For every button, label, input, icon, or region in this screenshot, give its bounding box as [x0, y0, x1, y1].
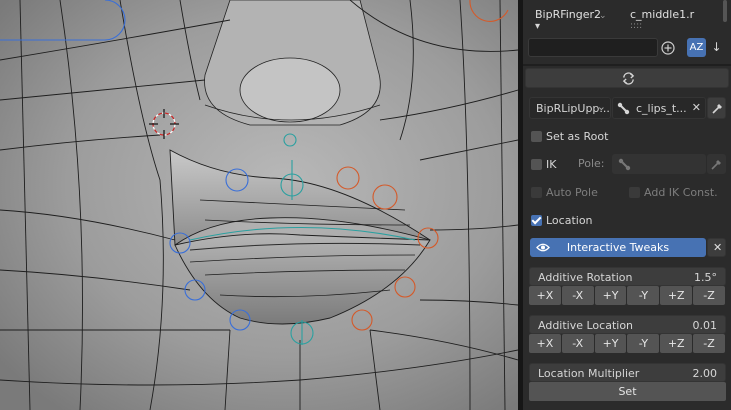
source-bone-name: BipRFinger2 [535, 8, 602, 21]
set-as-root-checkbox[interactable] [531, 130, 542, 142]
interactive-tweaks-label: Interactive Tweaks [566, 241, 670, 254]
bone-mapping-panel: BipRFinger2 ▾ ⌄ c_middle1.r :::: AZ ↓ Bi… [523, 0, 731, 410]
location-multiplier-value: 2.00 [692, 367, 718, 380]
drag-dots-icon: :::: [630, 21, 643, 31]
rotate-minus-z-button[interactable]: -Z [693, 286, 725, 305]
target-bone-field[interactable]: c_lips_t... ✕ [612, 97, 706, 119]
rotate-plus-y-button[interactable]: +Y [594, 286, 627, 305]
target-bone-label: c_lips_t... [636, 102, 687, 115]
location-multiplier-field[interactable]: Location Multiplier 2.00 [529, 363, 726, 382]
section-divider [523, 64, 731, 66]
move-plus-z-button[interactable]: +Z [660, 334, 693, 353]
face-mesh [0, 0, 518, 410]
auto-pole-checkbox[interactable] [531, 186, 542, 198]
location-multiplier-label: Location Multiplier [538, 367, 640, 380]
location-checkbox[interactable] [531, 214, 542, 226]
sort-alpha-button[interactable]: AZ [687, 38, 706, 57]
close-icon: ✕ [713, 241, 723, 254]
chevron-down-icon: ⌄ [596, 100, 606, 113]
eyedropper-icon [711, 160, 721, 170]
rotate-plus-x-button[interactable]: +X [529, 286, 561, 305]
additive-rotation-value: 1.5° [694, 271, 717, 284]
eyedropper-button[interactable] [707, 97, 726, 119]
interactive-tweaks-button[interactable]: Interactive Tweaks [530, 238, 706, 257]
move-minus-y-button[interactable]: -Y [627, 334, 660, 353]
auto-pole-toggle[interactable]: Auto Pole [531, 185, 598, 199]
additive-rotation-field[interactable]: Additive Rotation 1.5° [529, 267, 726, 286]
ik-checkbox[interactable] [531, 158, 542, 170]
filter-input[interactable] [528, 38, 658, 57]
bone-icon [618, 158, 631, 171]
bone-list-row[interactable]: BipRFinger2 ▾ ⌄ c_middle1.r :::: [529, 0, 725, 32]
set-as-root-toggle[interactable]: Set as Root [529, 129, 725, 143]
source-bone-dropdown[interactable]: BipRLipUpp... ⌄ [529, 97, 611, 119]
additive-location-value: 0.01 [692, 319, 718, 332]
expand-arrow-icon[interactable]: ▾ [535, 21, 540, 32]
move-minus-z-button[interactable]: -Z [693, 334, 725, 353]
pole-label: Pole: [578, 157, 605, 170]
close-tweaks-button[interactable]: ✕ [707, 238, 726, 257]
move-minus-x-button[interactable]: -X [561, 334, 594, 353]
clear-icon[interactable]: ✕ [692, 101, 701, 114]
set-multiplier-button[interactable]: Set [529, 382, 726, 401]
additive-location-label: Additive Location [538, 319, 634, 332]
list-scrollbar[interactable] [723, 0, 727, 22]
move-plus-y-button[interactable]: +Y [594, 334, 627, 353]
refresh-icon [622, 72, 635, 85]
sort-direction-button[interactable]: ↓ [708, 38, 725, 57]
add-ik-toggle[interactable]: Add IK Const. [629, 185, 718, 199]
additive-rotation-label: Additive Rotation [538, 271, 633, 284]
3d-viewport[interactable] [0, 0, 518, 410]
bone-icon [617, 102, 630, 118]
pole-eyedropper-button[interactable] [707, 154, 726, 174]
target-bone-name: c_middle1.r [630, 8, 695, 21]
move-plus-x-button[interactable]: +X [529, 334, 561, 353]
location-toggle[interactable]: Location [529, 213, 725, 227]
eyedropper-icon [712, 104, 722, 114]
rotate-minus-y-button[interactable]: -Y [627, 286, 660, 305]
refresh-button[interactable] [525, 68, 729, 88]
pole-field[interactable] [612, 154, 706, 174]
rotate-minus-x-button[interactable]: -X [561, 286, 594, 305]
rotation-axis-buttons: +X -X +Y -Y +Z -Z [529, 286, 725, 305]
chevron-down-icon: ⌄ [599, 11, 607, 21]
rotate-plus-z-button[interactable]: +Z [660, 286, 693, 305]
add-ik-checkbox[interactable] [629, 186, 640, 198]
add-filter-icon[interactable] [658, 38, 678, 58]
additive-location-field[interactable]: Additive Location 0.01 [529, 315, 726, 334]
location-axis-buttons: +X -X +Y -Y +Z -Z [529, 334, 725, 353]
